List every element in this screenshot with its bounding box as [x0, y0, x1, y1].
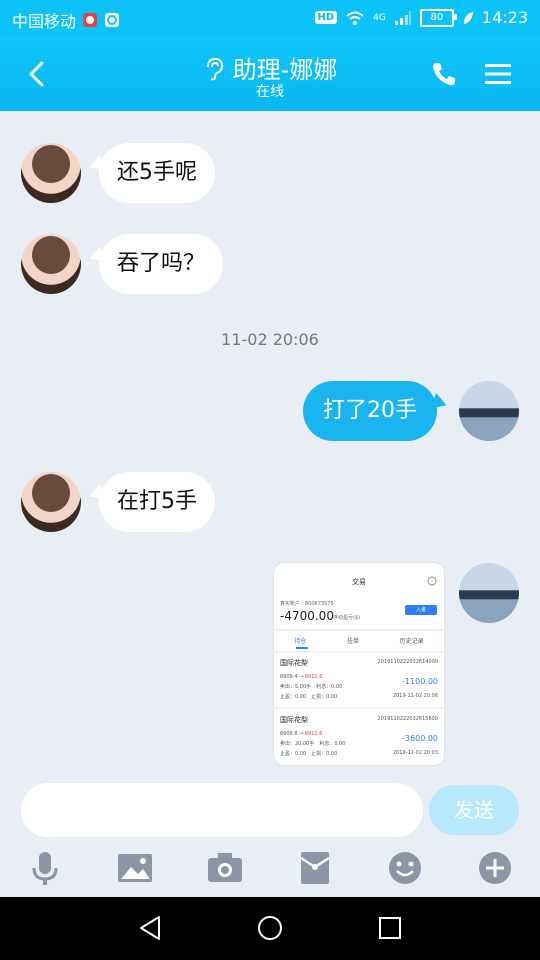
nav-recents-icon[interactable]	[375, 913, 405, 943]
signal-icon	[394, 10, 411, 25]
battery-icon: 80	[419, 8, 457, 27]
message-bubble-incoming[interactable]: 在打5手	[99, 472, 215, 532]
shot-order-row: 国际花梨 2019110222032614000 8909.4 → 8911.6…	[280, 659, 438, 700]
shot-order-row: 国际花梨 2019110222032615600 8909.8 → 8911.6…	[280, 716, 438, 757]
contact-avatar[interactable]	[21, 234, 81, 294]
hd-badge: HD	[314, 11, 338, 24]
wifi-icon	[346, 11, 364, 25]
system-navigation-bar	[0, 897, 540, 960]
microphone-icon[interactable]	[25, 848, 65, 888]
shot-divider	[274, 707, 444, 709]
nav-back-icon[interactable]	[135, 913, 165, 943]
online-status: 在线	[256, 84, 284, 100]
shot-tab: 持仓	[294, 638, 307, 645]
contact-avatar[interactable]	[21, 143, 81, 203]
contact-avatar[interactable]	[21, 472, 81, 532]
shot-divider	[274, 651, 444, 653]
shot-tab: 历史记录	[399, 638, 424, 645]
app-notification-icon-2	[105, 13, 120, 27]
message-bubble-outgoing[interactable]: 打了20手	[303, 381, 437, 441]
clock: 14:23	[481, 8, 528, 27]
message-bubble-incoming[interactable]: 吞了吗？	[99, 234, 224, 294]
message-input[interactable]	[21, 783, 423, 837]
phone-icon[interactable]	[430, 60, 458, 88]
menu-icon[interactable]	[484, 62, 512, 86]
image-message-trade-screenshot[interactable]: 交易 真实账户：800673575 -4700.00 浮动盈亏($) 入金 持仓…	[274, 563, 444, 765]
shot-balance: -4700.00	[280, 609, 334, 623]
camera-icon[interactable]	[205, 848, 245, 888]
image-icon[interactable]	[115, 848, 155, 888]
red-packet-icon[interactable]	[295, 848, 335, 888]
app-notification-icon	[83, 13, 98, 27]
shot-tab: 挂单	[346, 638, 359, 645]
shot-tabs: 持仓 挂单 历史记录	[274, 636, 444, 645]
emoji-icon[interactable]	[385, 848, 425, 888]
my-avatar[interactable]	[459, 563, 519, 623]
shot-tab-indicator	[296, 647, 308, 649]
shot-account: 真实账户：800673575	[280, 601, 334, 607]
plus-icon[interactable]	[475, 848, 515, 888]
shot-deposit-button: 入金	[405, 605, 437, 615]
help-icon	[427, 576, 437, 586]
shot-divider	[274, 629, 444, 631]
send-button[interactable]: 发送	[429, 785, 519, 835]
chat-header: 助理-娜娜 在线	[0, 36, 540, 111]
carrier-label: 中国移动	[12, 12, 77, 31]
network-type: 4G	[373, 12, 386, 23]
leaf-icon	[463, 11, 473, 24]
status-bar: 中国移动 HD 4G 80 14:23	[0, 0, 540, 36]
message-timestamp: 11-02 20:06	[221, 330, 319, 349]
contact-name: 助理-娜娜	[232, 56, 338, 84]
nav-home-icon[interactable]	[255, 913, 285, 943]
my-avatar[interactable]	[459, 381, 519, 441]
battery-level: 80	[430, 12, 444, 23]
ear-icon	[206, 57, 223, 81]
shot-title: 交易	[352, 578, 366, 586]
chat-title: 助理-娜娜	[0, 50, 540, 85]
shot-float-label: 浮动盈亏($)	[333, 615, 361, 621]
message-bubble-incoming[interactable]: 还5手呢	[99, 143, 215, 203]
